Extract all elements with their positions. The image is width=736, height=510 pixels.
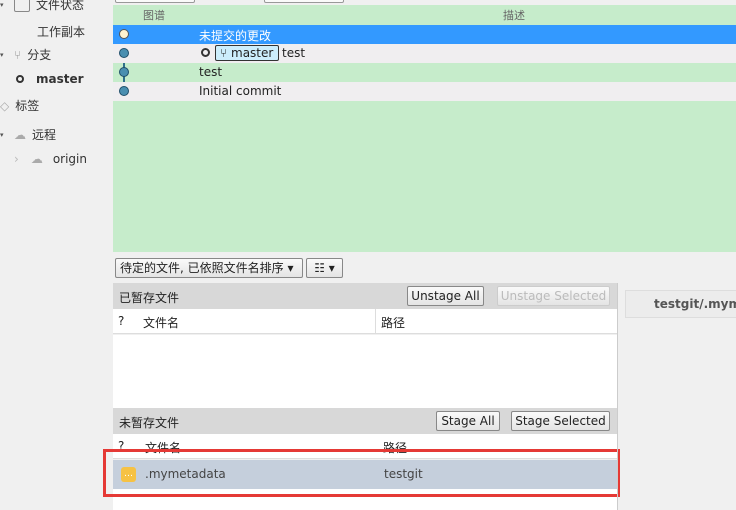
splitter[interactable]: [617, 283, 618, 510]
commit-node-icon: [119, 86, 129, 96]
current-branch-icon: [16, 75, 24, 83]
unstage-selected-button[interactable]: Unstage Selected: [497, 286, 610, 306]
cloud-icon: ☁: [30, 152, 43, 166]
view-mode-dropdown[interactable]: ☷ ▾: [306, 258, 343, 278]
commit-graph: 图谱 描述 未提交的更改 ⑂ master test test Initial …: [113, 5, 736, 252]
sidebar-item-branches[interactable]: ▾ ⑂ 分支: [0, 46, 51, 63]
commit-node-icon: [119, 67, 129, 77]
graph-header: 图谱 描述: [113, 5, 736, 25]
uncommitted-node-icon: [119, 29, 129, 39]
monitor-icon: [14, 0, 30, 12]
diff-file-header: testgit/.mymet: [625, 290, 736, 318]
list-icon: ☷: [314, 261, 325, 275]
sidebar-item-working-copy[interactable]: 工作副本: [37, 23, 85, 40]
toolbar-button[interactable]: [115, 0, 195, 3]
sidebar-item-origin[interactable]: › ☁ origin: [14, 152, 87, 166]
sidebar-item-file-status[interactable]: ▾ 文件状态: [0, 0, 84, 13]
sidebar: ▾ 文件状态 工作副本 ▾ ⑂ 分支 master ◇ 标签 ▾ ☁ 远程 › ☁ origin: [0, 0, 112, 510]
commit-node-icon: [119, 48, 129, 58]
stage-all-button[interactable]: Stage All: [436, 411, 500, 431]
toolbar-button[interactable]: [264, 0, 344, 3]
branch-label[interactable]: ⑂ master: [215, 45, 279, 61]
commit-row[interactable]: test: [113, 63, 736, 82]
staged-columns: ? 文件名 路径: [113, 309, 617, 334]
head-icon: [201, 48, 210, 57]
branch-icon: ⑂: [14, 47, 22, 62]
column-graph[interactable]: 图谱: [143, 7, 165, 23]
chevron-right-icon: ›: [14, 152, 19, 166]
column-filename[interactable]: 文件名: [143, 314, 179, 331]
column-path[interactable]: 路径: [381, 314, 405, 331]
staged-file-list: [113, 335, 617, 408]
sidebar-item-remotes[interactable]: ▾ ☁ 远程: [0, 126, 56, 143]
commit-row[interactable]: Initial commit: [113, 82, 736, 101]
highlight-box: [103, 449, 620, 497]
commit-row[interactable]: 未提交的更改: [113, 25, 736, 44]
column-description[interactable]: 描述: [503, 7, 525, 23]
commit-row[interactable]: ⑂ master test: [113, 44, 736, 63]
sidebar-item-master[interactable]: master: [16, 72, 84, 86]
file-filter-dropdown[interactable]: 待定的文件, 已依照文件名排序 ▾: [115, 258, 303, 278]
sidebar-item-tags[interactable]: ◇ 标签: [0, 97, 39, 114]
stage-selected-button[interactable]: Stage Selected: [511, 411, 610, 431]
unstage-all-button[interactable]: Unstage All: [407, 286, 484, 306]
cloud-icon: ☁: [14, 127, 26, 142]
tag-icon: ◇: [0, 98, 10, 113]
